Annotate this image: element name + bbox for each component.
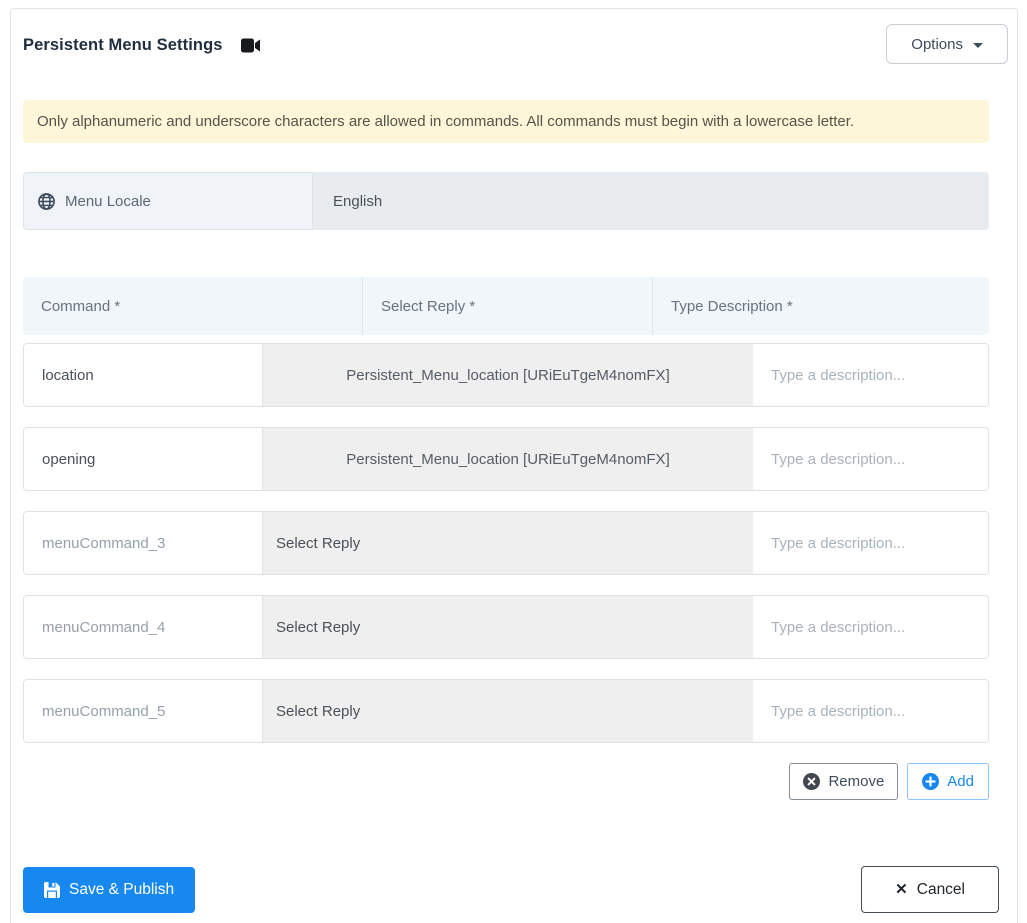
select-reply-dropdown[interactable]: Persistent_Menu_location [URiEuTgeM4nomF… xyxy=(263,428,753,490)
video-camera-icon xyxy=(240,38,261,53)
command-rows: Persistent_Menu_location [URiEuTgeM4nomF… xyxy=(23,343,989,743)
command-row: Select Reply xyxy=(23,511,989,575)
menu-locale-value: English xyxy=(313,172,989,230)
remove-button-label: Remove xyxy=(828,773,885,790)
command-row: Persistent_Menu_location [URiEuTgeM4nomF… xyxy=(23,427,989,491)
select-reply-dropdown[interactable]: Select Reply xyxy=(263,512,753,574)
command-row: Persistent_Menu_location [URiEuTgeM4nomF… xyxy=(23,343,989,407)
command-input[interactable] xyxy=(24,428,263,490)
commands-table-header: Command * Select Reply * Type Descriptio… xyxy=(23,277,989,335)
warning-banner: Only alphanumeric and underscore charact… xyxy=(23,100,989,143)
x-circle-filled-icon xyxy=(803,773,821,790)
card-header: Persistent Menu Settings Options xyxy=(11,9,1017,64)
column-header-command: Command * xyxy=(41,297,121,315)
select-reply-dropdown[interactable]: Persistent_Menu_location [URiEuTgeM4nomF… xyxy=(263,344,753,406)
menu-locale-row: Menu Locale English xyxy=(23,172,989,230)
select-reply-dropdown[interactable]: Select Reply xyxy=(263,680,753,742)
page-title: Persistent Menu Settings xyxy=(23,36,223,54)
floppy-disk-icon xyxy=(44,881,60,898)
command-input[interactable] xyxy=(24,596,263,658)
column-header-type-description: Type Description * xyxy=(652,277,989,335)
column-header-select-reply: Select Reply * xyxy=(362,277,652,335)
description-input[interactable] xyxy=(753,680,988,742)
footer-actions: Save & Publish ✕ Cancel xyxy=(23,866,999,913)
save-publish-button[interactable]: Save & Publish xyxy=(23,866,196,913)
caret-down-icon xyxy=(973,42,983,48)
add-button-label: Add xyxy=(947,773,974,790)
menu-locale-label-text: Menu Locale xyxy=(65,192,151,210)
save-publish-button-label: Save & Publish xyxy=(69,880,175,898)
menu-locale-label: Menu Locale xyxy=(23,172,313,230)
options-button[interactable]: Options xyxy=(886,24,1008,64)
command-row: Select Reply xyxy=(23,595,989,659)
command-row: Select Reply xyxy=(23,679,989,743)
description-input[interactable] xyxy=(753,596,988,658)
x-icon: ✕ xyxy=(895,881,908,898)
description-input[interactable] xyxy=(753,512,988,574)
options-button-label: Options xyxy=(911,35,963,53)
cancel-button[interactable]: ✕ Cancel xyxy=(861,866,999,913)
menu-locale-value-text: English xyxy=(333,192,383,210)
row-actions: Remove Add xyxy=(23,763,989,800)
command-input[interactable] xyxy=(24,512,263,574)
plus-circle-filled-icon xyxy=(922,773,940,790)
warning-banner-text: Only alphanumeric and underscore charact… xyxy=(37,113,855,130)
add-button[interactable]: Add xyxy=(907,763,989,800)
command-input[interactable] xyxy=(24,344,263,406)
globe-icon xyxy=(38,192,55,210)
command-input[interactable] xyxy=(24,680,263,742)
cancel-button-label: Cancel xyxy=(916,880,965,898)
remove-button[interactable]: Remove xyxy=(789,763,899,800)
description-input[interactable] xyxy=(753,344,988,406)
description-input[interactable] xyxy=(753,428,988,490)
persistent-menu-settings-card: Persistent Menu Settings Options Only al… xyxy=(10,8,1018,923)
select-reply-dropdown[interactable]: Select Reply xyxy=(263,596,753,658)
